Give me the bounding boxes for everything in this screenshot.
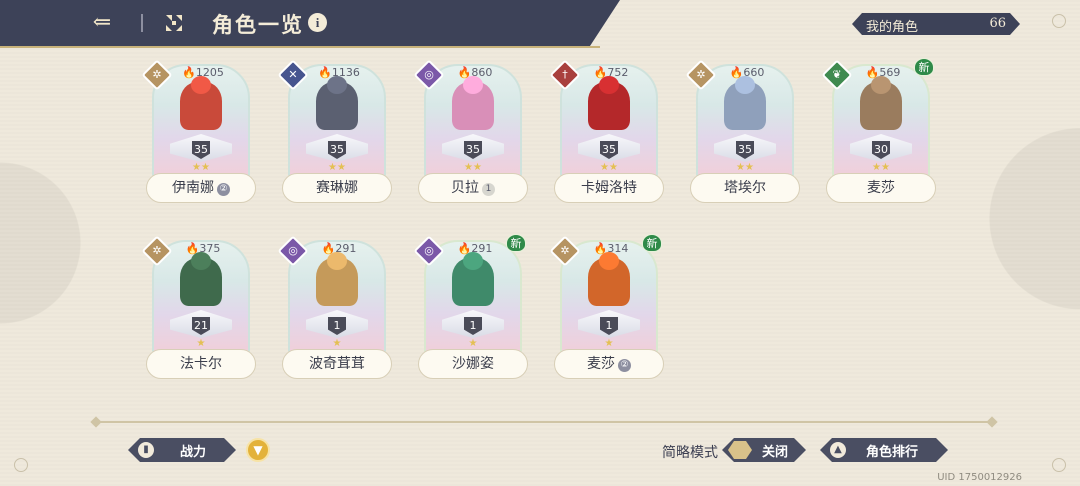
ranking-label: 角色排行 [866,445,919,460]
star-rating: ★ [332,338,342,349]
back-arrow-icon[interactable]: ⇐ [88,11,116,35]
character-name: 法卡尔 [180,356,222,372]
star-rating: ★★ [600,162,618,173]
bottom-divider [96,421,992,423]
character-sprite [588,258,630,306]
star-rating: ★★ [872,162,890,173]
sort-button[interactable]: ▮ 战力 [128,438,236,462]
star-rating: ★ [468,338,478,349]
character-name: 波奇茸茸 [309,356,365,372]
funnel-icon[interactable]: ▼ [246,438,270,462]
page-title: 角色一览 [212,12,304,37]
character-sprite [180,82,222,130]
sort-label: 战力 [180,445,207,460]
bar-chart-icon: ▮ [138,442,154,458]
simple-mode-value: 关闭 [762,445,789,460]
character-sprite [452,258,494,306]
character-name-bar: 塔埃尔 [690,173,800,203]
character-sprite [180,258,222,306]
character-card[interactable]: ◎ 🔥291 1 ★ 波奇茸茸 [277,234,392,382]
character-card[interactable]: ◎ 🔥860 35 ★★ 贝拉 1 [413,58,528,206]
character-card[interactable]: ❦ 🔥569 30 ★★ 麦莎 新 [821,58,936,206]
character-sprite [316,82,358,130]
character-name: 卡姆洛特 [581,180,637,196]
grade-badge: 1 [482,183,495,196]
character-card[interactable]: ✲ 🔥375 21 ★ 法卡尔 [141,234,256,382]
character-name: 沙娜姿 [452,356,494,372]
info-icon[interactable]: i [308,13,327,32]
character-card[interactable]: ✲ 🔥660 35 ★★ 塔埃尔 [685,58,800,206]
character-sprite [452,82,494,130]
star-rating: ★★ [464,162,482,173]
character-name: 贝拉 [451,180,479,196]
owned-count-pill: 我的角色 66 [852,13,1020,35]
owned-label: 我的角色 [866,20,919,35]
new-tag: 新 [914,58,934,76]
character-name: 麦莎 [867,180,895,196]
character-name-bar: 法卡尔 [146,349,256,379]
character-name-bar: 麦莎 [826,173,936,203]
character-name-bar: 沙娜姿 [418,349,528,379]
character-name: 麦莎 [587,356,615,372]
star-rating: ★ [196,338,206,349]
ranking-button[interactable]: ▲ 角色排行 [820,438,948,462]
grade-badge: ② [217,183,230,196]
new-tag: 新 [506,234,526,252]
corner-ornament [1052,458,1066,472]
character-name-bar: 伊南娜 ② [146,173,256,203]
character-name-bar: 麦莎 ② [554,349,664,379]
corner-ornament [14,458,28,472]
star-rating: ★★ [192,162,210,173]
character-name-bar: 卡姆洛特 [554,173,664,203]
header-underline [0,46,600,48]
character-name-bar: 波奇茸茸 [282,349,392,379]
toggle-knob [728,441,752,459]
character-card[interactable]: ✲ 🔥314 1 ★ 麦莎 ② 新 [549,234,664,382]
ranking-icon: ▲ [830,442,846,458]
character-card[interactable]: ✕ 🔥1136 35 ★★ 赛琳娜 [277,58,392,206]
character-sprite [588,82,630,130]
star-rating: ★★ [736,162,754,173]
character-name-bar: 贝拉 1 [418,173,528,203]
character-name: 赛琳娜 [316,180,358,196]
character-sprite [860,82,902,130]
character-card[interactable]: ✲ 🔥1205 35 ★★ 伊南娜 ② [141,58,256,206]
new-tag: 新 [642,234,662,252]
character-name-bar: 赛琳娜 [282,173,392,203]
grade-badge: ② [618,359,631,372]
uid-text: UID 1750012926 [937,472,1022,483]
simple-mode-toggle[interactable]: 关闭 [722,438,806,462]
simple-mode-label: 简略模式 [662,445,718,461]
star-rating: ★ [604,338,614,349]
corner-ornament [1052,14,1066,28]
header-divider [141,14,143,32]
character-name: 塔埃尔 [724,180,766,196]
character-sprite [316,258,358,306]
character-card[interactable]: † 🔥752 35 ★★ 卡姆洛特 [549,58,664,206]
star-rating: ★★ [328,162,346,173]
character-card[interactable]: ◎ 🔥291 1 ★ 沙娜姿 新 [413,234,528,382]
character-name: 伊南娜 [172,180,214,196]
grid-menu-icon[interactable] [164,13,184,33]
character-sprite [724,82,766,130]
owned-count: 66 [989,16,1006,31]
